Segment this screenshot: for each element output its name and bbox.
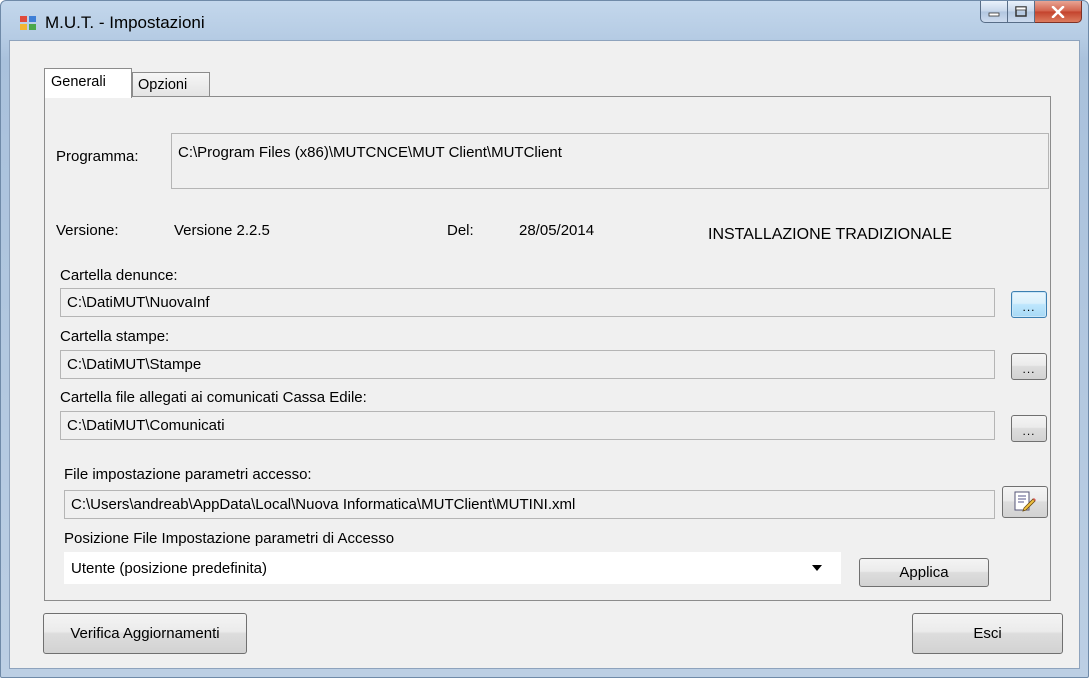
file-impostazione-label: File impostazione parametri accesso: — [64, 466, 312, 483]
posizione-dropdown[interactable]: Utente (posizione predefinita) — [64, 552, 841, 584]
maximize-icon — [1015, 6, 1027, 17]
cartella-allegati-field[interactable]: C:\DatiMUT\Comunicati — [60, 411, 995, 440]
del-label: Del: — [447, 222, 474, 239]
cartella-allegati-label: Cartella file allegati ai comunicati Cas… — [60, 389, 367, 406]
tab-opzioni[interactable]: Opzioni — [132, 72, 210, 97]
close-icon — [1051, 5, 1065, 18]
chevron-down-icon — [812, 565, 822, 571]
browse-label: ... — [1022, 361, 1036, 376]
minimize-icon — [988, 12, 1000, 16]
minimize-button[interactable] — [980, 1, 1008, 23]
verifica-aggiornamenti-button[interactable]: Verifica Aggiornamenti — [43, 613, 247, 654]
browse-label: ... — [1022, 299, 1036, 314]
esci-button[interactable]: Esci — [912, 613, 1063, 654]
file-impostazione-field[interactable]: C:\Users\andreab\AppData\Local\Nuova Inf… — [64, 490, 995, 519]
app-icon — [20, 16, 36, 30]
edit-file-button[interactable] — [1002, 486, 1048, 518]
cartella-stampe-label: Cartella stampe: — [60, 328, 170, 345]
programma-path: C:\Program Files (x86)\MUTCNCE\MUT Clien… — [171, 133, 1049, 189]
programma-label: Programma: — [56, 148, 139, 165]
cartella-stampe-field[interactable]: C:\DatiMUT\Stampe — [60, 350, 995, 379]
del-value: 28/05/2014 — [519, 222, 595, 239]
title-bar[interactable]: M.U.T. - Impostazioni — [1, 1, 1088, 41]
installazione-type: INSTALLAZIONE TRADIZIONALE — [708, 226, 952, 243]
cartella-denunce-field[interactable]: C:\DatiMUT\NuovaInf — [60, 288, 995, 317]
tab-panel-generali: Programma: C:\Program Files (x86)\MUTCNC… — [44, 96, 1051, 601]
browse-denunce-button[interactable]: ... — [1011, 291, 1047, 318]
browse-allegati-button[interactable]: ... — [1011, 415, 1047, 442]
window-title: M.U.T. - Impostazioni — [45, 13, 205, 32]
versione-label: Versione: — [56, 222, 119, 239]
posizione-label: Posizione File Impostazione parametri di… — [64, 530, 395, 547]
close-button[interactable] — [1035, 1, 1082, 23]
versione-value: Versione 2.2.5 — [174, 222, 270, 239]
maximize-button[interactable] — [1008, 1, 1035, 23]
window-client-area: Generali Opzioni Programma: C:\Program F… — [9, 40, 1080, 669]
browse-label: ... — [1022, 423, 1036, 438]
posizione-selected: Utente (posizione predefinita) — [71, 559, 267, 577]
applica-button[interactable]: Applica — [859, 558, 989, 587]
cartella-denunce-label: Cartella denunce: — [60, 267, 178, 284]
browse-stampe-button[interactable]: ... — [1011, 353, 1047, 380]
edit-document-icon — [1014, 491, 1036, 512]
tab-generali[interactable]: Generali — [44, 68, 132, 98]
settings-window: M.U.T. - Impostazioni Generali Opzioni P… — [0, 0, 1089, 678]
